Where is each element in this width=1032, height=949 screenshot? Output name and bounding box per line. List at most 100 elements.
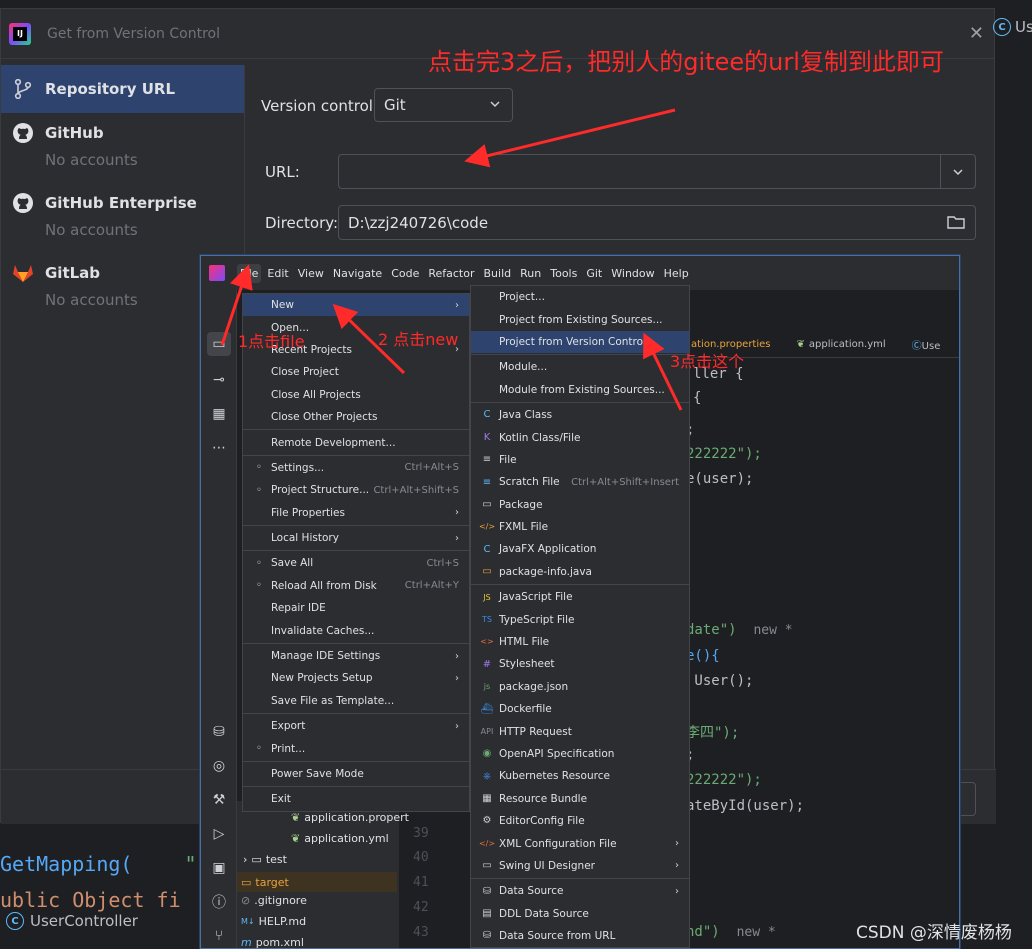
menu-help[interactable]: Help bbox=[661, 267, 692, 280]
menu-item[interactable]: Close Other Projects bbox=[243, 406, 469, 428]
tree-item[interactable]: ❦ application.propert bbox=[291, 811, 409, 824]
menu-item[interactable]: Power Save Mode bbox=[243, 763, 469, 785]
menu-edit[interactable]: Edit bbox=[264, 267, 291, 280]
sidebar-item-github-enterprise[interactable]: GitHub Enterprise No accounts bbox=[1, 183, 244, 253]
sidebar-item-github[interactable]: GitHub No accounts bbox=[1, 113, 244, 183]
menu-item-label: Package bbox=[499, 498, 543, 511]
menu-item[interactable]: Repair IDE bbox=[243, 597, 469, 619]
menu-item[interactable]: ◦ Reload All from Disk Ctrl+Alt+Y bbox=[243, 575, 469, 597]
menu-item[interactable]: New Projects Setup › bbox=[243, 667, 469, 689]
menu-item[interactable]: ◉ OpenAPI Specification bbox=[471, 743, 689, 765]
menu-item[interactable]: ≡ File bbox=[471, 449, 689, 471]
menu-item[interactable]: Local History › bbox=[243, 527, 469, 549]
menu-file[interactable]: File bbox=[237, 263, 262, 283]
menu-item[interactable]: # Stylesheet bbox=[471, 653, 689, 675]
menu-item[interactable]: ⚙ EditorConfig File bbox=[471, 810, 689, 832]
menu-item[interactable]: ⛁ Data Source › bbox=[471, 880, 689, 902]
menu-separator bbox=[471, 878, 689, 880]
menu-window[interactable]: Window bbox=[608, 267, 657, 280]
git-icon[interactable]: ⑂ bbox=[207, 924, 231, 948]
menu-code[interactable]: Code bbox=[388, 267, 422, 280]
tree-item[interactable]: M↓ HELP.md bbox=[241, 915, 306, 928]
menu-item[interactable]: ▭ Swing UI Designer › bbox=[471, 855, 689, 877]
folder-icon[interactable] bbox=[947, 214, 965, 234]
tab-user[interactable]: ⒸUse bbox=[912, 337, 941, 352]
run-icon[interactable]: ▷ bbox=[207, 822, 231, 846]
menu-item[interactable]: Invalidate Caches... bbox=[243, 619, 469, 641]
menu-item[interactable]: ◦ Settings... Ctrl+Alt+S bbox=[243, 457, 469, 479]
menu-item[interactable]: ⛴ Dockerfile bbox=[471, 698, 689, 720]
more-icon[interactable]: ⋯ bbox=[207, 436, 231, 460]
menu-item[interactable]: js package.json bbox=[471, 676, 689, 698]
menu-item-label: Manage IDE Settings bbox=[271, 650, 381, 663]
chevron-down-icon[interactable] bbox=[951, 164, 965, 183]
url-input[interactable] bbox=[338, 154, 976, 189]
project-folder-icon[interactable]: ▭ bbox=[207, 332, 231, 356]
menu-item[interactable]: C JavaFX Application bbox=[471, 538, 689, 560]
menu-item[interactable]: New › bbox=[243, 294, 469, 317]
database-icon[interactable]: ⛁ bbox=[207, 720, 231, 744]
menu-item[interactable]: ⛁ Data Source from URL bbox=[471, 925, 689, 947]
menu-item[interactable]: Exit bbox=[243, 788, 469, 810]
menu-item[interactable]: ▦ Resource Bundle bbox=[471, 788, 689, 810]
menu-item[interactable]: Close Project bbox=[243, 361, 469, 383]
close-icon[interactable]: ✕ bbox=[969, 23, 984, 44]
menu-item[interactable]: Module... bbox=[471, 356, 689, 378]
tree-item[interactable]: ⊘ .gitignore bbox=[241, 894, 307, 907]
menu-refactor[interactable]: Refactor bbox=[425, 267, 477, 280]
java-class-icon: C bbox=[6, 912, 24, 930]
menu-item[interactable]: ▭ package-info.java bbox=[471, 561, 689, 583]
menu-item[interactable]: Manage IDE Settings › bbox=[243, 645, 469, 667]
menu-item[interactable]: </> FXML File bbox=[471, 516, 689, 538]
structure-icon[interactable]: ▦ bbox=[207, 402, 231, 426]
menu-item[interactable]: API HTTP Request bbox=[471, 720, 689, 742]
menu-item[interactable]: Close All Projects bbox=[243, 384, 469, 406]
menu-item[interactable]: C Java Class bbox=[471, 404, 689, 426]
menu-item[interactable]: File Properties › bbox=[243, 502, 469, 524]
menu-item[interactable]: ⎈ Kubernetes Resource bbox=[471, 765, 689, 787]
version-control-select[interactable]: Git bbox=[374, 88, 513, 122]
background-right-tab[interactable]: C Us bbox=[993, 18, 1032, 36]
tree-item[interactable]: ❦ application.yml bbox=[291, 832, 389, 845]
menu-item-label: package-info.java bbox=[499, 565, 592, 578]
menu-item[interactable]: ▭ Package bbox=[471, 494, 689, 516]
menu-item[interactable]: Save File as Template... bbox=[243, 690, 469, 712]
menu-tools[interactable]: Tools bbox=[547, 267, 580, 280]
menu-view[interactable]: View bbox=[295, 267, 327, 280]
folder-icon: ▭ bbox=[251, 853, 262, 866]
menu-item[interactable]: <> HTML File bbox=[471, 631, 689, 653]
menu-item[interactable]: </> XML Configuration File › bbox=[471, 832, 689, 854]
commit-icon[interactable]: ⊸ bbox=[207, 368, 231, 392]
menu-item[interactable]: ◦ Project Structure... Ctrl+Alt+Shift+S bbox=[243, 479, 469, 501]
services-icon[interactable]: ◎ bbox=[207, 754, 231, 778]
background-tab[interactable]: C UserController bbox=[0, 906, 200, 936]
tree-item[interactable]: › ▭ test bbox=[243, 853, 287, 866]
menu-run[interactable]: Run bbox=[517, 267, 544, 280]
tree-item[interactable]: m pom.xml bbox=[241, 936, 304, 948]
menu-item[interactable]: JS JavaScript File bbox=[471, 586, 689, 608]
menu-item[interactable]: K Kotlin Class/File bbox=[471, 426, 689, 448]
problems-icon[interactable]: ⓘ bbox=[207, 890, 231, 914]
menu-item[interactable]: Module from Existing Sources... bbox=[471, 379, 689, 401]
kubernetes-icon: ⎈ bbox=[483, 770, 491, 782]
directory-input[interactable]: D:\zzj240726\code bbox=[338, 205, 976, 240]
menu-item[interactable]: TS TypeScript File bbox=[471, 608, 689, 630]
menu-navigate[interactable]: Navigate bbox=[330, 267, 385, 280]
menu-item[interactable]: ◦ Save All Ctrl+S bbox=[243, 552, 469, 574]
menu-item[interactable]: ≡ Scratch File Ctrl+Alt+Shift+Insert bbox=[471, 471, 689, 493]
sidebar-item-repository-url[interactable]: Repository URL bbox=[1, 65, 244, 113]
menu-item[interactable]: Project from Version Control... bbox=[471, 330, 689, 354]
tree-item[interactable]: ▭ target bbox=[237, 872, 397, 892]
menu-git[interactable]: Git bbox=[583, 267, 605, 280]
menu-separator bbox=[471, 401, 689, 403]
menu-item[interactable]: ▤ DDL Data Source bbox=[471, 903, 689, 925]
menu-item[interactable]: Export › bbox=[243, 715, 469, 737]
menu-item[interactable]: Project... bbox=[471, 286, 689, 308]
terminal-icon[interactable]: ▣ bbox=[207, 856, 231, 880]
menu-item[interactable]: Project from Existing Sources... bbox=[471, 308, 689, 330]
tab-application-yml[interactable]: ❦ application.yml bbox=[797, 339, 886, 350]
menu-item[interactable]: ◦ Print... bbox=[243, 737, 469, 759]
menu-build[interactable]: Build bbox=[481, 267, 515, 280]
build-hammer-icon[interactable]: ⚒ bbox=[207, 788, 231, 812]
menu-item[interactable]: Remote Development... bbox=[243, 431, 469, 453]
